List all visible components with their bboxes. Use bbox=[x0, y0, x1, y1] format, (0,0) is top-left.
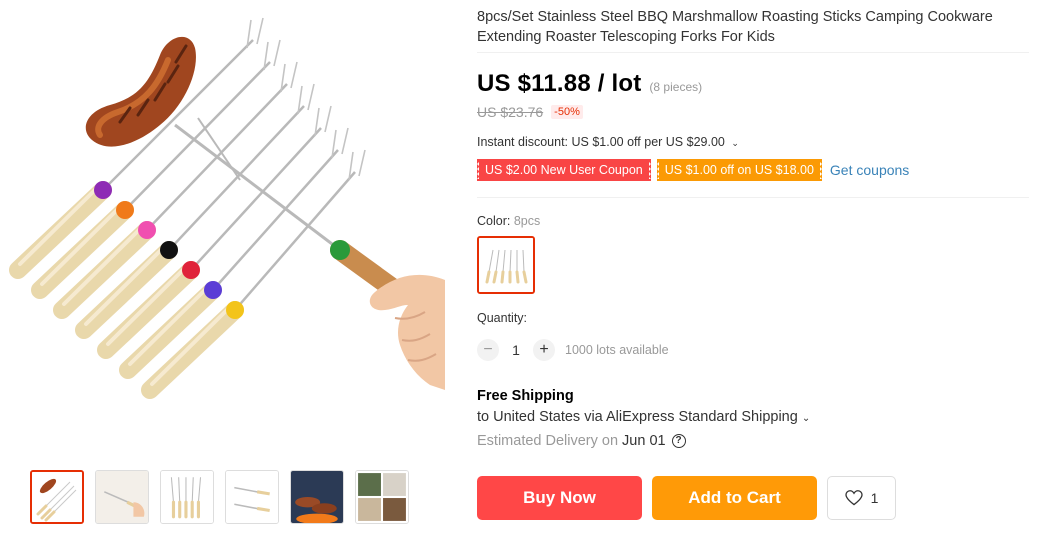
coupon-row: US $2.00 New User Coupon US $1.00 off on… bbox=[476, 159, 909, 181]
thumbnail-2[interactable] bbox=[95, 470, 149, 524]
shipping-title: Free Shipping bbox=[477, 388, 574, 404]
instant-discount-dropdown[interactable]: Instant discount: US $1.00 off per US $2… bbox=[477, 135, 739, 149]
wishlist-button[interactable]: 1 bbox=[827, 476, 896, 520]
shipping-method-text: to United States via AliExpress Standard… bbox=[477, 409, 798, 425]
quantity-stepper: − 1 + 1000 lots available bbox=[477, 339, 669, 361]
thumbnail-6[interactable] bbox=[355, 470, 409, 524]
original-price: US $23.76 bbox=[477, 104, 544, 120]
price-row: US $11.88 / lot (8 pieces) bbox=[477, 70, 702, 98]
main-product-image[interactable] bbox=[0, 0, 445, 456]
divider bbox=[477, 52, 1029, 53]
help-icon[interactable]: ? bbox=[671, 434, 686, 448]
divider bbox=[477, 197, 1029, 198]
quantity-label: Quantity: bbox=[477, 311, 528, 325]
decrease-quantity-button[interactable]: − bbox=[477, 339, 499, 361]
new-user-coupon[interactable]: US $2.00 New User Coupon bbox=[476, 159, 651, 181]
color-label: Color: 8pcs bbox=[477, 214, 540, 228]
add-to-cart-button[interactable]: Add to Cart bbox=[652, 476, 817, 520]
stock-available: 1000 lots available bbox=[565, 343, 669, 357]
heart-icon bbox=[844, 490, 863, 506]
pieces-count: (8 pieces) bbox=[649, 80, 703, 94]
thumbnail-5[interactable] bbox=[290, 470, 344, 524]
chevron-down-icon: ⌄ bbox=[731, 138, 739, 148]
original-price-row: US $23.76 -50% bbox=[477, 104, 583, 120]
wishlist-count: 1 bbox=[870, 490, 879, 506]
color-selected-value: 8pcs bbox=[513, 214, 541, 228]
shipping-method-dropdown[interactable]: to United States via AliExpress Standard… bbox=[477, 409, 810, 425]
color-label-text: Color: bbox=[477, 214, 514, 228]
thumbnail-1[interactable] bbox=[30, 470, 84, 524]
color-swatch-8pcs[interactable] bbox=[477, 236, 535, 294]
thumbnail-3[interactable] bbox=[160, 470, 214, 524]
instant-discount-text: Instant discount: US $1.00 off per US $2… bbox=[477, 135, 725, 149]
quantity-value[interactable]: 1 bbox=[499, 342, 533, 358]
buy-now-button[interactable]: Buy Now bbox=[477, 476, 642, 520]
held-roasting-stick bbox=[174, 117, 405, 300]
increase-quantity-button[interactable]: + bbox=[533, 339, 555, 361]
delivery-date: Jun 01 bbox=[622, 433, 666, 449]
product-title: 8pcs/Set Stainless Steel BBQ Marshmallow… bbox=[477, 9, 993, 45]
chevron-down-icon: ⌄ bbox=[801, 413, 811, 424]
store-coupon[interactable]: US $1.00 off on US $18.00 bbox=[655, 159, 822, 181]
delivery-label: Estimated Delivery on bbox=[477, 433, 619, 449]
thumbnail-4[interactable] bbox=[225, 470, 279, 524]
estimated-delivery: Estimated Delivery on Jun 01 ? bbox=[477, 433, 686, 449]
current-price: US $11.88 / lot bbox=[477, 70, 642, 97]
discount-badge: -50% bbox=[551, 105, 583, 119]
thumbnail-strip bbox=[30, 470, 409, 524]
get-coupons-link[interactable]: Get coupons bbox=[830, 162, 909, 178]
